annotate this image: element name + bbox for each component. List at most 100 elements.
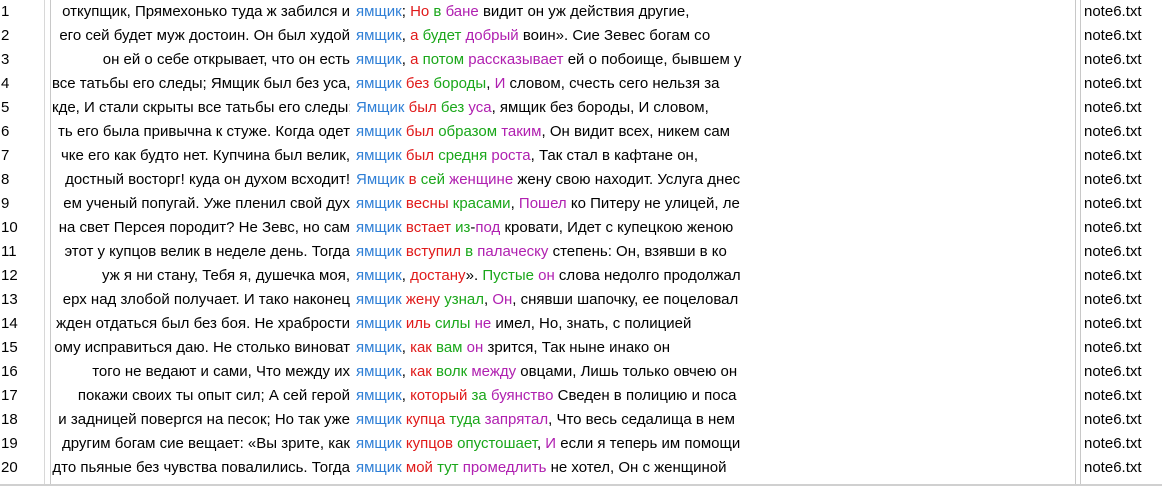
context-word: потом	[422, 51, 465, 68]
concordance-row[interactable]: 17 покажи своих ты опыт сил; А сей герой я…	[0, 384, 1162, 408]
file-name[interactable]: note6.txt	[1084, 48, 1160, 72]
keyword-hit: Ямщик	[356, 99, 405, 116]
file-name[interactable]: note6.txt	[1084, 360, 1160, 384]
context-word: зрится, Так ныне инако он	[483, 339, 671, 356]
file-name[interactable]: note6.txt	[1084, 264, 1160, 288]
file-name[interactable]: note6.txt	[1084, 408, 1160, 432]
keyword-and-right-context: ямщик был образом таким, Он видит всех, …	[356, 120, 1074, 144]
file-name[interactable]: note6.txt	[1084, 240, 1160, 264]
concordance-row[interactable]: 2 его сей будет муж достоин. Он был худой…	[0, 24, 1162, 48]
context-word: , Что весь седалища в нем	[548, 411, 735, 428]
keyword-hit: ямщик	[356, 27, 402, 44]
keyword-and-right-context: ямщик, а потом рассказывает ей о побоище…	[356, 48, 1074, 72]
line-number: 16	[1, 363, 18, 380]
context-word: был	[405, 147, 435, 164]
concordance-row[interactable]: 5 кде, И стали скрыты все татьбы его след…	[0, 96, 1162, 120]
context-word: как	[410, 363, 432, 380]
file-name[interactable]: note6.txt	[1084, 168, 1160, 192]
concordance-row[interactable]: 3 он ей о себе открывает, что он есть ямщи…	[0, 48, 1162, 72]
concordance-row[interactable]: 20 дто пьяные без чувства повалились. Тог…	[0, 456, 1162, 480]
concordance-row[interactable]: 9 ем ученый попугай. Уже пленил свой дух я…	[0, 192, 1162, 216]
concordance-row[interactable]: 12 уж я ни стану, Тебя я, душечка моя, ямщ…	[0, 264, 1162, 288]
file-name[interactable]: note6.txt	[1084, 96, 1160, 120]
keyword-and-right-context: ямщик, как вам он зрится, Так ныне инако…	[356, 336, 1074, 360]
context-word: кровати, Идет с купецкою женою	[500, 219, 734, 236]
context-word: палаческу	[477, 243, 549, 260]
concordance-row[interactable]: 6 ть его была привычна к стуже. Когда оде…	[0, 120, 1162, 144]
concordance-row[interactable]: 14 жден отдаться был без боя. Не храброст…	[0, 312, 1162, 336]
concordance-row[interactable]: 1 откупщик, Прямехонько туда ж забился и я…	[0, 0, 1162, 24]
context-word: жену	[405, 291, 441, 308]
keyword-hit: ямщик	[356, 267, 402, 284]
left-context: этот у купцов велик в неделе день. Тогда	[64, 243, 350, 260]
file-name[interactable]: note6.txt	[1084, 432, 1160, 456]
left-context: откупщик, Прямехонько туда ж забился и	[62, 3, 350, 20]
context-word: овцами, Лишь только овчею он	[516, 363, 738, 380]
keyword-and-right-context: ямщик жену узнал, Он, снявши шапочку, ее…	[356, 288, 1074, 312]
concordance-row[interactable]: 13 ерх над злобой получает. И тако наконе…	[0, 288, 1162, 312]
context-word: роста	[491, 147, 531, 164]
file-name[interactable]: note6.txt	[1084, 144, 1160, 168]
line-number: 5	[1, 99, 10, 116]
context-word: ,	[401, 27, 411, 44]
concordance-row[interactable]: 18 и задницей повергся на песок; Но так у…	[0, 408, 1162, 432]
context-word: , Так стал в кафтане он,	[530, 147, 698, 164]
context-word: из	[455, 219, 471, 236]
context-word: рассказывает	[468, 51, 564, 68]
file-name[interactable]: note6.txt	[1084, 216, 1160, 240]
keyword-and-right-context: ямщик, а будет добрый воин». Сие Зевес б…	[356, 24, 1074, 48]
concordance-row[interactable]: 15 ому исправиться даю. Не столько винова…	[0, 336, 1162, 360]
file-name[interactable]: note6.txt	[1084, 120, 1160, 144]
keyword-and-right-context: ямщик, как волк между овцами, Лишь тольк…	[356, 360, 1074, 384]
context-word: бане	[445, 3, 479, 20]
concordance-row[interactable]: 10 на свет Персея породит? Не Зевс, но са…	[0, 216, 1162, 240]
keyword-hit: ямщик	[356, 291, 402, 308]
keyword-hit: ямщик	[356, 195, 402, 212]
concordance-row[interactable]: 7 чке его как будто нет. Купчина был вели…	[0, 144, 1162, 168]
concordance-row[interactable]: 11 этот у купцов велик в неделе день. Тог…	[0, 240, 1162, 264]
left-context: чке его как будто нет. Купчина был велик…	[60, 147, 350, 164]
concordance-row[interactable]: 19 другим богам сие вещает: «Вы зрите, ка…	[0, 432, 1162, 456]
concordance-row[interactable]: 4 все татьбы его следы; Ямщик был без уса…	[0, 72, 1162, 96]
file-name[interactable]: note6.txt	[1084, 336, 1160, 360]
file-name[interactable]: note6.txt	[1084, 288, 1160, 312]
context-word: , ямщик без бороды, И словом,	[491, 99, 709, 116]
keyword-hit: ямщик	[356, 411, 402, 428]
file-name[interactable]: note6.txt	[1084, 312, 1160, 336]
line-number: 9	[1, 195, 10, 212]
context-word: ей о побоище, бывшем у	[563, 51, 742, 68]
file-name[interactable]: note6.txt	[1084, 384, 1160, 408]
context-word: если я теперь им помощи	[556, 435, 741, 452]
context-word: красами	[452, 195, 511, 212]
file-name[interactable]: note6.txt	[1084, 192, 1160, 216]
keyword-and-right-context: ямщик иль силы не имел, Но, знать, с пол…	[356, 312, 1074, 336]
line-number: 14	[1, 315, 18, 332]
context-word: видит он уж действия другие,	[478, 3, 690, 20]
keyword-and-right-context: ямщик вступил в палаческу степень: Он, в…	[356, 240, 1074, 264]
keyword-and-right-context: ямщик, который за буянство Сведен в поли…	[356, 384, 1074, 408]
line-number: 3	[1, 51, 10, 68]
file-name[interactable]: note6.txt	[1084, 0, 1160, 24]
context-word: весны	[405, 195, 449, 212]
context-word: Пошел	[518, 195, 567, 212]
line-number: 20	[1, 459, 18, 476]
context-word: будет	[422, 27, 462, 44]
concordance-row[interactable]: 8 достный восторг! куда он духом всходит!…	[0, 168, 1162, 192]
line-number: 8	[1, 171, 10, 188]
line-number: 1	[1, 3, 10, 20]
keyword-and-right-context: ямщик мой тут промедлить не хотел, Он с …	[356, 456, 1074, 480]
context-word: И	[545, 435, 557, 452]
context-word: в	[408, 171, 417, 188]
context-word: без	[440, 99, 465, 116]
context-word: запрятал	[484, 411, 549, 428]
context-word: купцов	[405, 435, 453, 452]
file-name[interactable]: note6.txt	[1084, 456, 1160, 480]
file-name[interactable]: note6.txt	[1084, 72, 1160, 96]
context-word: уса	[468, 99, 492, 116]
left-context: ерх над злобой получает. И тако наконец	[62, 291, 350, 308]
context-word: под	[475, 219, 501, 236]
keyword-hit: ямщик	[356, 363, 402, 380]
keyword-and-right-context: ямщик был средня роста, Так стал в кафта…	[356, 144, 1074, 168]
concordance-row[interactable]: 16 того не ведают и сами, Что между их ямщ…	[0, 360, 1162, 384]
file-name[interactable]: note6.txt	[1084, 24, 1160, 48]
